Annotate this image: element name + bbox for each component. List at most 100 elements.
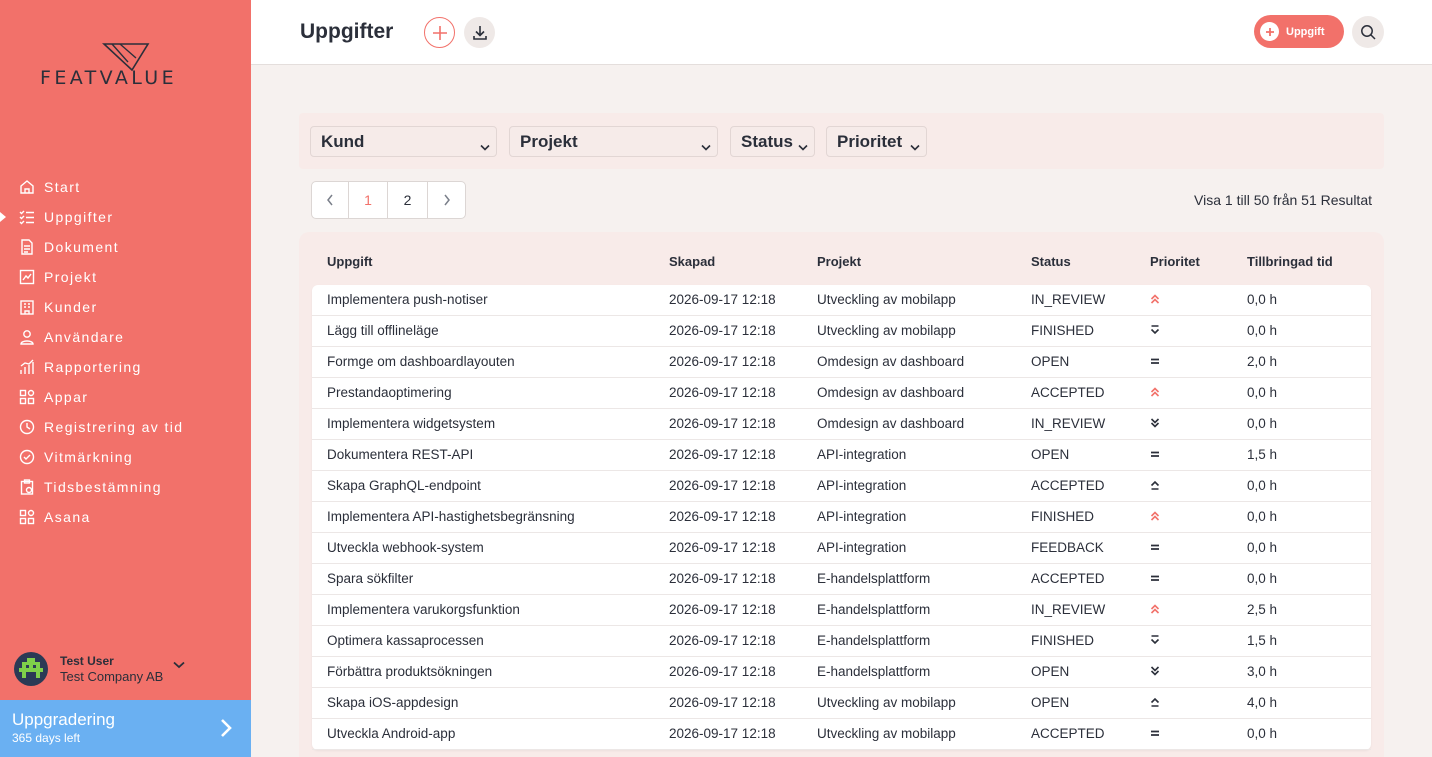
priority-highest-icon xyxy=(1149,510,1163,524)
created-date: 2026-09-17 12:18 xyxy=(669,416,776,431)
time-spent: 0,0 h xyxy=(1247,292,1278,307)
priority-filter[interactable]: Prioritet xyxy=(826,126,927,157)
status-value: OPEN xyxy=(1031,354,1070,369)
plus-icon xyxy=(1260,22,1279,41)
project-icon xyxy=(18,268,36,286)
column-header-status[interactable]: Status xyxy=(1031,254,1071,269)
time-spent: 0,0 h xyxy=(1247,323,1278,338)
table-row[interactable]: Implementera push-notiser 2026-09-17 12:1… xyxy=(312,285,1371,316)
next-page-button[interactable] xyxy=(428,182,465,218)
sidebar-item-start[interactable]: Start xyxy=(0,172,251,202)
download-button[interactable] xyxy=(464,17,495,48)
status-value: OPEN xyxy=(1031,695,1070,710)
table-row[interactable]: Utveckla Android-app 2026-09-17 12:18 Utve… xyxy=(312,719,1371,750)
project-name: API-integration xyxy=(817,447,907,462)
user-name: Test User xyxy=(60,654,114,668)
time-spent: 0,0 h xyxy=(1247,509,1278,524)
sidebar-item-registrering[interactable]: Registrering av tid xyxy=(0,412,251,442)
column-header-task[interactable]: Uppgift xyxy=(327,254,372,269)
chevron-down-icon xyxy=(798,137,808,157)
user-menu[interactable]: Test User Test Company AB xyxy=(14,650,234,688)
table-row[interactable]: Skapa GraphQL-endpoint 2026-09-17 12:18 AP… xyxy=(312,471,1371,502)
priority-highest-icon xyxy=(1149,603,1163,617)
status-value: FINISHED xyxy=(1031,509,1095,524)
table-row[interactable]: Förbättra produktsökningen 2026-09-17 12:… xyxy=(312,657,1371,688)
column-header-project[interactable]: Projekt xyxy=(817,254,861,269)
sidebar-item-kunder[interactable]: Kunder xyxy=(0,292,251,322)
table-row[interactable]: Spara sökfilter 2026-09-17 12:18 E-handels… xyxy=(312,564,1371,595)
upgrade-banner[interactable]: Uppgradering 365 days left xyxy=(0,700,251,757)
table-row[interactable]: Lägg till offlineläge 2026-09-17 12:18 Utv… xyxy=(312,316,1371,347)
sidebar-item-dokument[interactable]: Dokument xyxy=(0,232,251,262)
search-button[interactable] xyxy=(1352,16,1384,48)
column-header-priority[interactable]: Prioritet xyxy=(1150,254,1200,269)
status-value: IN_REVIEW xyxy=(1031,416,1106,431)
created-date: 2026-09-17 12:18 xyxy=(669,602,776,617)
table-row[interactable]: Dokumentera REST-API 2026-09-17 12:18 API-… xyxy=(312,440,1371,471)
page-button-1[interactable]: 1 xyxy=(349,182,388,218)
table-row[interactable]: Skapa iOS-appdesign 2026-09-17 12:18 Utvec… xyxy=(312,688,1371,719)
table-row[interactable]: Implementera varukorgsfunktion 2026-09-17… xyxy=(312,595,1371,626)
task-name: Skapa iOS-appdesign xyxy=(327,695,459,710)
status-value: OPEN xyxy=(1031,447,1070,462)
created-date: 2026-09-17 12:18 xyxy=(669,664,776,679)
priority-medium-icon xyxy=(1149,541,1163,555)
sidebar-item-label: Kunder xyxy=(44,299,98,315)
page-button-2[interactable]: 2 xyxy=(388,182,428,218)
created-date: 2026-09-17 12:18 xyxy=(669,633,776,648)
prev-page-button[interactable] xyxy=(312,182,349,218)
logo[interactable]: FEATVALUE xyxy=(40,40,212,90)
table-row[interactable]: Utveckla webhook-system 2026-09-17 12:18 A… xyxy=(312,533,1371,564)
table-row[interactable]: Formge om dashboardlayouten 2026-09-17 12… xyxy=(312,347,1371,378)
project-name: Utveckling av mobilapp xyxy=(817,323,956,338)
sidebar-item-asana[interactable]: Asana xyxy=(0,502,251,532)
created-date: 2026-09-17 12:18 xyxy=(669,354,776,369)
status-filter-label: Status xyxy=(741,131,793,151)
table-row[interactable]: Prestandaoptimering 2026-09-17 12:18 Omdes… xyxy=(312,378,1371,409)
task-name: Förbättra produktsökningen xyxy=(327,664,493,679)
new-task-button[interactable]: Uppgift xyxy=(1254,15,1344,48)
clipboard-icon xyxy=(18,478,36,496)
created-date: 2026-09-17 12:18 xyxy=(669,571,776,586)
status-value: FINISHED xyxy=(1031,633,1095,648)
status-value: ACCEPTED xyxy=(1031,478,1105,493)
sidebar-item-label: Projekt xyxy=(44,269,98,285)
document-icon xyxy=(18,238,36,256)
table-row[interactable]: Optimera kassaprocessen 2026-09-17 12:18 E… xyxy=(312,626,1371,657)
created-date: 2026-09-17 12:18 xyxy=(669,540,776,555)
customer-filter[interactable]: Kund xyxy=(310,126,497,157)
sidebar-item-projekt[interactable]: Projekt xyxy=(0,262,251,292)
sidebar-item-anvandare[interactable]: Användare xyxy=(0,322,251,352)
created-date: 2026-09-17 12:18 xyxy=(669,323,776,338)
sidebar-item-tidsbestamning[interactable]: Tidsbestämning xyxy=(0,472,251,502)
status-filter[interactable]: Status xyxy=(730,126,815,157)
tasks-icon xyxy=(18,208,36,226)
table-row[interactable]: Implementera widgetsystem 2026-09-17 12:1… xyxy=(312,409,1371,440)
user-icon xyxy=(18,328,36,346)
sidebar-item-uppgifter[interactable]: Uppgifter xyxy=(0,202,251,232)
logo-text: FEATVALUE xyxy=(40,67,177,89)
add-task-button[interactable] xyxy=(424,17,455,48)
project-name: E-handelsplattform xyxy=(817,633,931,648)
column-header-time[interactable]: Tillbringad tid xyxy=(1247,254,1333,269)
sidebar-nav: Start Uppgifter Dokument Projekt Kunder … xyxy=(0,172,251,532)
created-date: 2026-09-17 12:18 xyxy=(669,447,776,462)
sidebar-item-rapportering[interactable]: Rapportering xyxy=(0,352,251,382)
column-header-created[interactable]: Skapad xyxy=(669,254,715,269)
sidebar-item-vitmarkning[interactable]: Vitmärkning xyxy=(0,442,251,472)
customer-filter-label: Kund xyxy=(321,131,365,151)
sidebar-item-label: Användare xyxy=(44,329,125,345)
priority-medium-icon xyxy=(1149,448,1163,462)
time-spent: 2,5 h xyxy=(1247,602,1278,617)
sidebar-item-appar[interactable]: Appar xyxy=(0,382,251,412)
chevron-right-icon xyxy=(443,194,450,206)
chevron-down-icon xyxy=(701,137,711,157)
table-row[interactable]: Implementera API-hastighetsbegränsning 20… xyxy=(312,502,1371,533)
priority-medium-icon xyxy=(1149,727,1163,741)
time-spent: 1,5 h xyxy=(1247,633,1278,648)
status-value: ACCEPTED xyxy=(1031,726,1105,741)
project-filter[interactable]: Projekt xyxy=(509,126,718,157)
project-name: E-handelsplattform xyxy=(817,571,931,586)
time-spent: 4,0 h xyxy=(1247,695,1278,710)
priority-medium-icon xyxy=(1149,572,1163,586)
